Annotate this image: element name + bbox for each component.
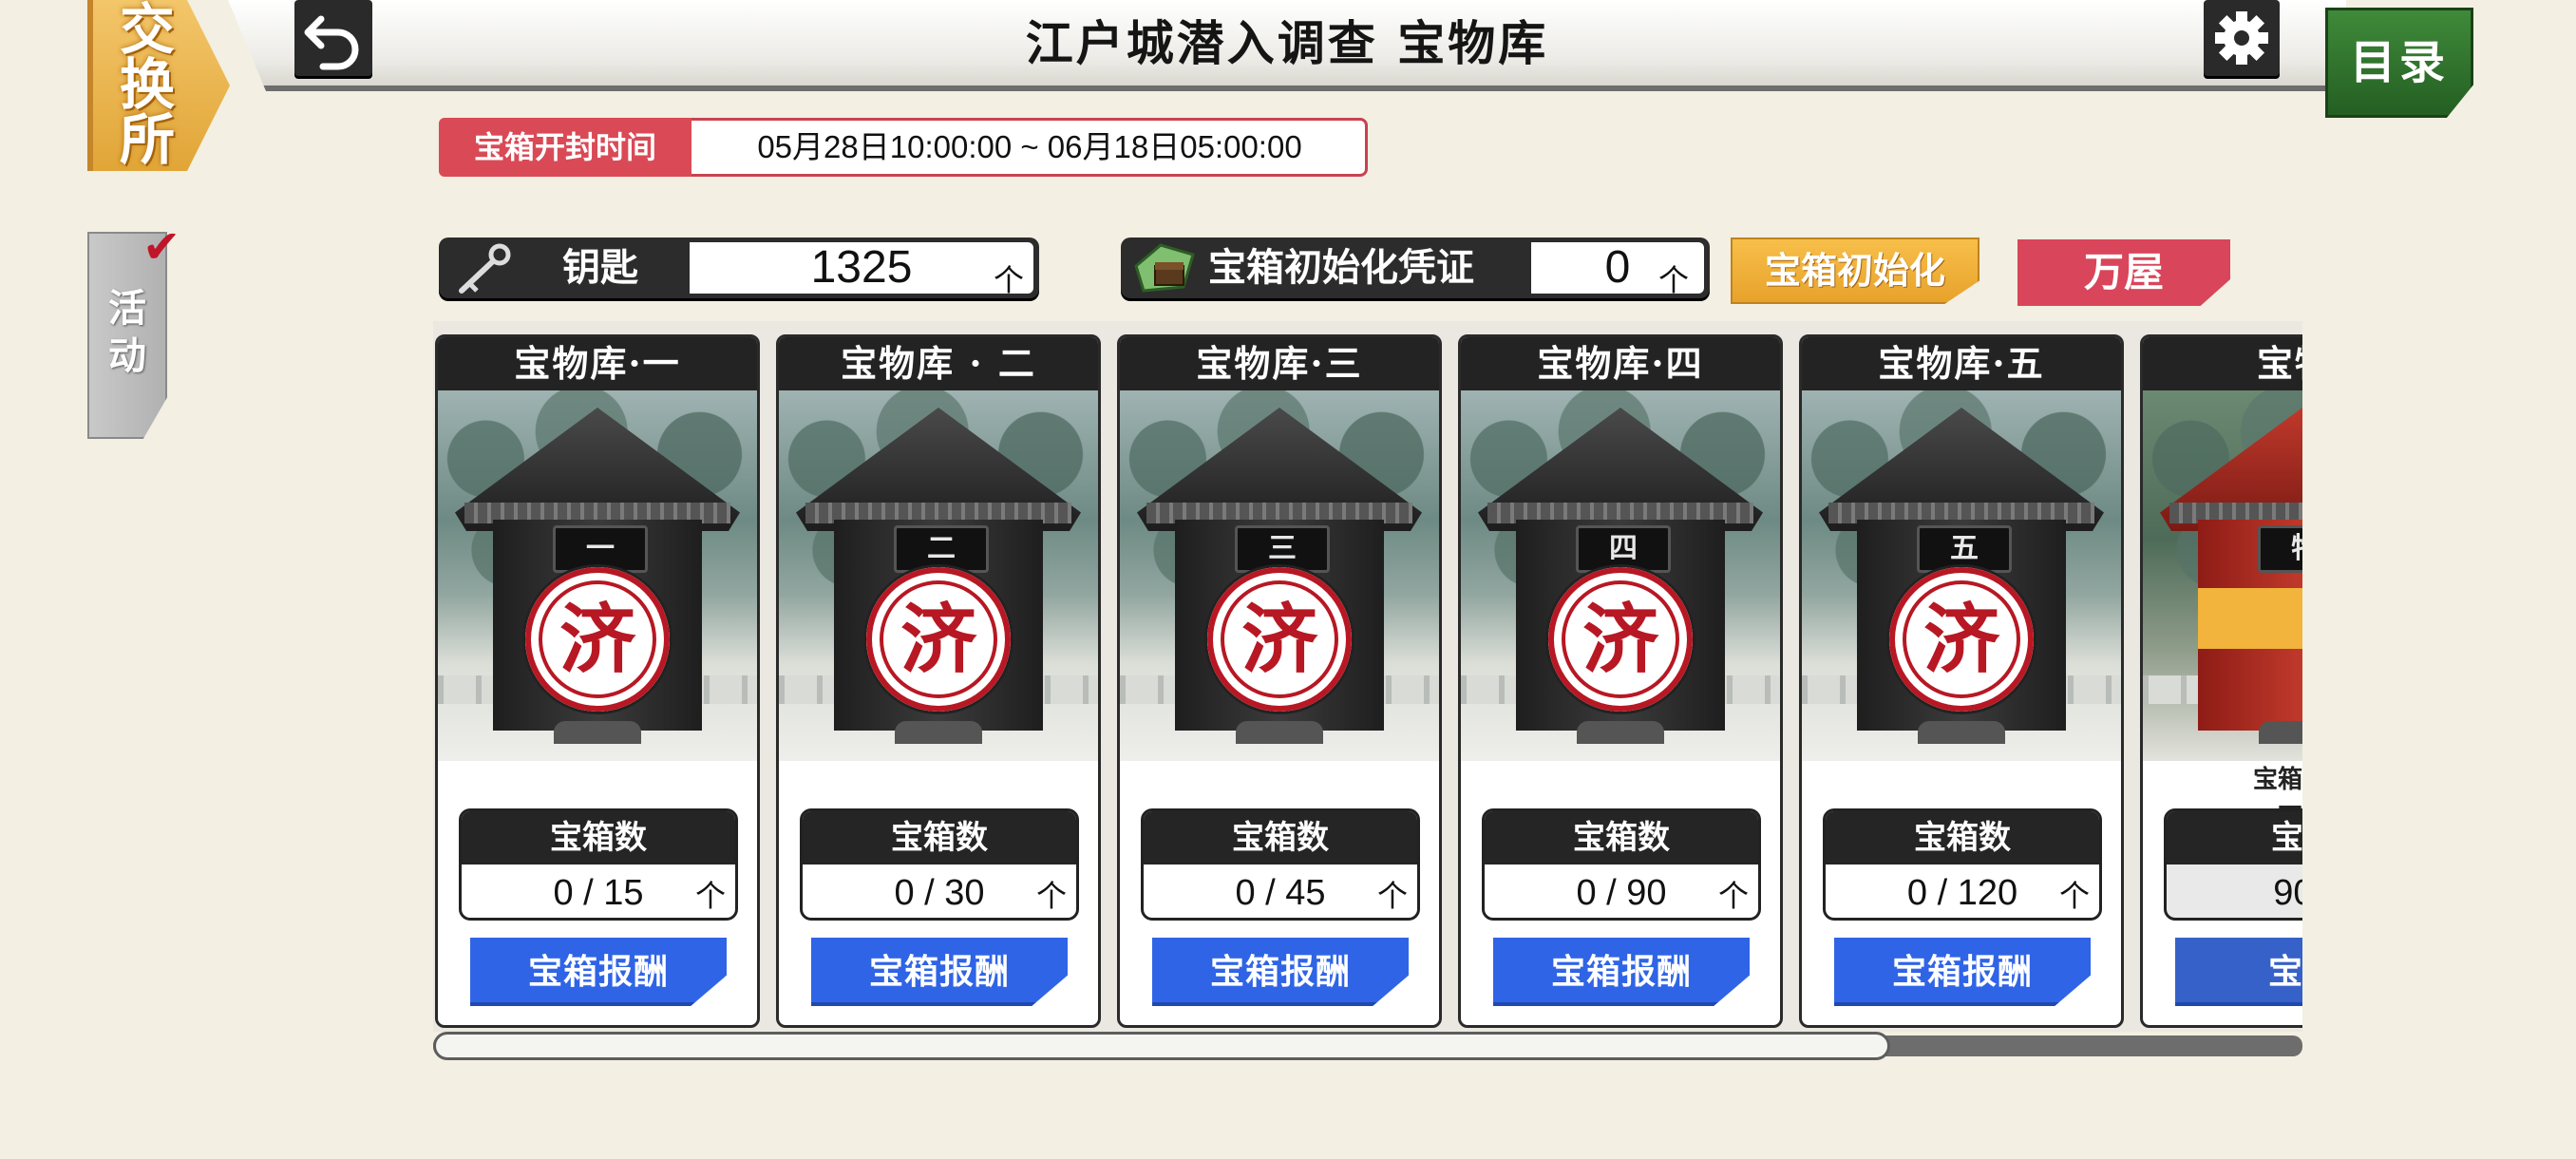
vault-card-1[interactable]: 宝物库·一 一 济 宝箱数 0 / 15 个 宝箱报酬 <box>435 334 760 1028</box>
vault-plaque: 二 <box>894 525 989 573</box>
vault-plaque: 四 <box>1576 525 1671 573</box>
chest-count-unit: 个 <box>1035 878 1067 914</box>
chest-count-box: 宝箱 90 / <box>2164 808 2302 921</box>
vault-card-4[interactable]: 宝物库·四 四 济 宝箱数 0 / 90 个 宝箱报酬 <box>1458 334 1783 1028</box>
chest-count-label: 宝箱 <box>2167 811 2302 864</box>
chest-reward-button[interactable]: 宝箱报酬 <box>811 938 1068 1006</box>
key-value: 1325 <box>690 242 1033 294</box>
chest-count-box: 宝箱数 0 / 30 个 <box>800 808 1079 921</box>
vault-plaque: 三 <box>1235 525 1330 573</box>
vault-image: 四 济 <box>1461 390 1780 761</box>
vault-image: 三 济 <box>1120 390 1439 761</box>
schedule-label: 宝箱开封时间 <box>439 118 691 177</box>
page-title: 江户城潜入调查 宝物库 <box>1025 15 1549 71</box>
yorozuya-button[interactable]: 万屋 <box>2017 239 2230 306</box>
completed-seal: 济 <box>525 567 670 712</box>
gear-icon <box>2215 11 2268 65</box>
vault-card-5[interactable]: 宝物库·五 五 济 宝箱数 0 / 120 个 宝箱报酬 <box>1799 334 2124 1028</box>
vault-card-3[interactable]: 宝物库·三 三 济 宝箱数 0 / 45 个 宝箱报酬 <box>1117 334 1442 1028</box>
vault-title: 宝物库·一 <box>438 337 757 390</box>
chest-count-box: 宝箱数 0 / 45 个 <box>1141 808 1420 921</box>
chest-count-label: 宝箱数 <box>1826 811 2099 864</box>
back-arrow-icon <box>304 15 359 70</box>
settings-button[interactable] <box>2204 0 2280 76</box>
vault-image: 特 开 <box>2143 390 2302 761</box>
chest-reward-button[interactable]: 宝箱报酬 <box>1834 938 2091 1006</box>
chest-count-unit: 个 <box>1376 878 1408 914</box>
vault-title: 宝物库 · 二 <box>779 337 1098 390</box>
chest-count-label: 宝箱数 <box>803 811 1076 864</box>
storehouse-icon: 四 济 <box>1478 408 1763 744</box>
vault-plaque: 一 <box>553 525 648 573</box>
storehouse-icon: 特 开 <box>2160 408 2302 744</box>
vault-title: 宝物库·四 <box>1461 337 1780 390</box>
voucher-label: 宝箱初始化凭证 <box>1208 245 1474 290</box>
chest-count-unit: 个 <box>2058 878 2090 914</box>
schedule-value: 05月28日10:00:00 ~ 06月18日05:00:00 <box>757 129 1302 164</box>
chest-count-box: 宝箱数 0 / 15 个 <box>459 808 738 921</box>
chest-count-value: 0 / 15 <box>553 873 644 913</box>
completed-seal: 济 <box>1889 567 2034 712</box>
vault-image: 一 济 <box>438 390 757 761</box>
chest-reset-button[interactable]: 宝箱初始化 <box>1731 238 1979 304</box>
chest-count-label: 宝箱数 <box>1485 811 1758 864</box>
event-side-tab-label[interactable]: 活 动 <box>87 285 167 380</box>
menu-button[interactable]: 目录 <box>2325 8 2473 118</box>
vault-title: 宝物库·三 <box>1120 337 1439 390</box>
chest-count-box: 宝箱数 0 / 120 个 <box>1823 808 2102 921</box>
storehouse-icon: 五 济 <box>1819 408 2104 744</box>
chest-count-value: 0 / 45 <box>1235 873 1326 913</box>
vault-image: 二 济 <box>779 390 1098 761</box>
vault-plaque: 特 <box>2258 525 2302 573</box>
storehouse-icon: 二 济 <box>796 408 1081 744</box>
vault-plaque: 五 <box>1917 525 2012 573</box>
voucher-unit: 个 <box>1658 262 1690 298</box>
chest-reward-button[interactable]: 宝箱报酬 <box>1493 938 1750 1006</box>
chest-reward-button[interactable]: 宝箱报酬 <box>470 938 727 1006</box>
back-button[interactable] <box>294 0 372 76</box>
horizontal-scrollbar-thumb[interactable] <box>433 1032 1890 1060</box>
storehouse-icon: 一 济 <box>455 408 740 744</box>
vault-card-special[interactable]: 宝物/ 特 开 宝箱初始 不言 宝箱 90 / 宝箱 <box>2140 334 2302 1028</box>
completed-seal: 济 <box>866 567 1011 712</box>
open-button[interactable]: 开 <box>2198 588 2302 649</box>
chest-count-value: 0 / 90 <box>1576 873 1667 913</box>
chest-count-unit: 个 <box>694 878 726 914</box>
exchange-tab-label[interactable]: 交 换 所 <box>95 2 199 167</box>
chest-count-box: 宝箱数 0 / 90 个 <box>1482 808 1761 921</box>
key-unit: 个 <box>994 262 1025 298</box>
vault-card-2[interactable]: 宝物库 · 二 二 济 宝箱数 0 / 30 个 宝箱报酬 <box>776 334 1101 1028</box>
vault-list[interactable]: 宝物库·一 一 济 宝箱数 0 / 15 个 宝箱报酬 宝物库 · 二 二 济 <box>433 321 2302 1032</box>
vault-title: 宝物库·五 <box>1802 337 2121 390</box>
vault-title: 宝物/ <box>2143 337 2302 390</box>
completed-seal: 济 <box>1548 567 1693 712</box>
chest-count-unit: 个 <box>1717 878 1749 914</box>
checkmark-icon: ✔ <box>142 220 181 274</box>
chest-count-value: 0 / 120 <box>1906 873 2018 913</box>
storehouse-icon: 三 济 <box>1137 408 1422 744</box>
chest-voucher-icon <box>1134 243 1195 293</box>
chest-count-value: 0 / 30 <box>894 873 985 913</box>
chest-reward-button[interactable]: 宝箱报酬 <box>1152 938 1409 1006</box>
chest-count-value: 90 / <box>2273 873 2302 913</box>
completed-seal: 济 <box>1207 567 1352 712</box>
chest-count-label: 宝箱数 <box>1144 811 1417 864</box>
chest-reward-button[interactable]: 宝箱 <box>2175 938 2302 1006</box>
key-icon <box>459 243 511 294</box>
key-label: 钥匙 <box>562 245 638 290</box>
vault-image: 五 济 <box>1802 390 2121 761</box>
chest-count-label: 宝箱数 <box>462 811 735 864</box>
